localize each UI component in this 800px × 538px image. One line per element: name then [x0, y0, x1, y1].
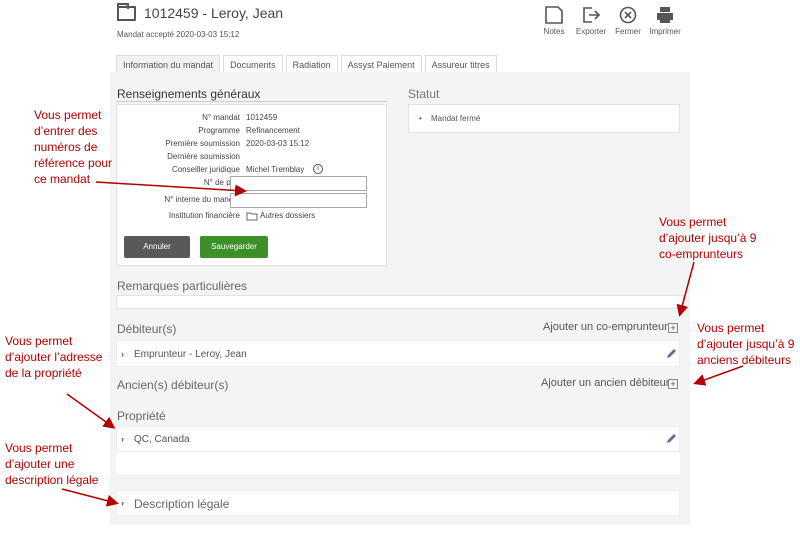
annotation-arrows [61, 181, 744, 507]
arrow [676, 261, 695, 317]
arrow [693, 365, 744, 386]
arrow [66, 393, 116, 429]
arrow [95, 181, 247, 197]
arrow [61, 488, 119, 507]
